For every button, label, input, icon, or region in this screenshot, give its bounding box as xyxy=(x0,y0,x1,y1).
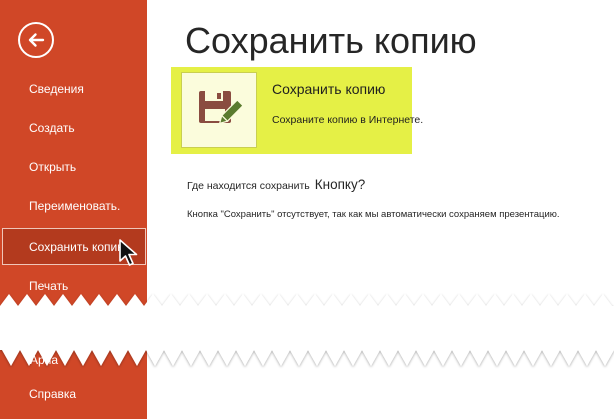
where-save-text-2: Кнопку? xyxy=(314,177,366,192)
sidebar-item-label: Переименовать. xyxy=(29,199,121,213)
sidebar-item-save-copy[interactable]: Сохранить копию xyxy=(2,228,146,265)
sidebar-item-label: Сведения xyxy=(29,82,84,96)
torn-edge xyxy=(0,294,614,366)
sidebar-item-label: Открыть xyxy=(29,160,77,174)
sidebar-item-new[interactable]: Создать xyxy=(0,111,147,145)
save-copy-tile[interactable] xyxy=(181,72,257,148)
sidebar-item-open[interactable]: Открыть xyxy=(0,150,147,184)
sidebar-item-help[interactable]: Справка xyxy=(0,379,147,409)
where-save-text: Где находится сохранить xyxy=(187,180,310,192)
arrow-left-icon xyxy=(28,33,45,47)
floppy-disk-pencil-icon xyxy=(199,91,243,125)
where-save-heading: Где находится сохранить Кнопку? xyxy=(187,176,365,194)
autosave-note: Кнопка "Сохранить" отсутствует, так как … xyxy=(187,209,560,220)
page-title: Сохранить копию xyxy=(185,20,477,61)
back-button[interactable] xyxy=(18,22,54,58)
save-copy-description: Сохраните копию в Интернете. xyxy=(272,114,424,126)
sidebar-item-label: Справка xyxy=(29,387,77,401)
sidebar-item-label: Сохранить копию xyxy=(29,239,127,254)
sidebar-item-info[interactable]: Сведения xyxy=(0,72,147,106)
sidebar-item-partial: Ариа xyxy=(30,353,59,367)
sidebar-item-label: Создать xyxy=(29,121,75,135)
sidebar-item-rename[interactable]: Переименовать. xyxy=(0,189,147,223)
save-copy-title: Сохранить копию xyxy=(272,81,386,97)
